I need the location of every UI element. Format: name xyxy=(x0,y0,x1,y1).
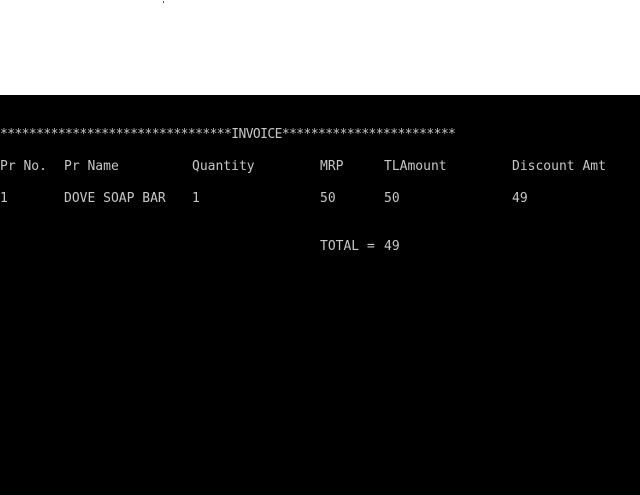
cell-pr-name: DOVE SOAP BAR xyxy=(64,191,166,206)
console-output: ********************************INVOICE*… xyxy=(0,95,640,495)
cell-discount-amt: 49 xyxy=(512,191,528,206)
header-tl-amount: TLAmount xyxy=(384,159,447,174)
total-row: TOTAL = 49 xyxy=(0,239,640,255)
cell-pr-no: 1 xyxy=(0,191,8,206)
window-top-area xyxy=(0,0,640,95)
invoice-banner: ********************************INVOICE*… xyxy=(0,127,456,142)
total-value: 49 xyxy=(384,239,400,254)
total-label: TOTAL = xyxy=(320,239,383,254)
cell-mrp: 50 xyxy=(320,191,336,206)
cell-quantity: 1 xyxy=(192,191,200,206)
header-pr-no: Pr No. xyxy=(0,159,47,174)
header-row: Pr No. Pr Name Quantity MRP TLAmount Dis… xyxy=(0,159,640,175)
header-quantity: Quantity xyxy=(192,159,255,174)
mouse-cursor-dot xyxy=(163,1,164,3)
cell-tl-amount: 50 xyxy=(384,191,400,206)
header-pr-name: Pr Name xyxy=(64,159,119,174)
header-mrp: MRP xyxy=(320,159,344,174)
table-row: 1 DOVE SOAP BAR 1 50 50 49 xyxy=(0,191,640,207)
header-discount-amt: Discount Amt xyxy=(512,159,606,174)
